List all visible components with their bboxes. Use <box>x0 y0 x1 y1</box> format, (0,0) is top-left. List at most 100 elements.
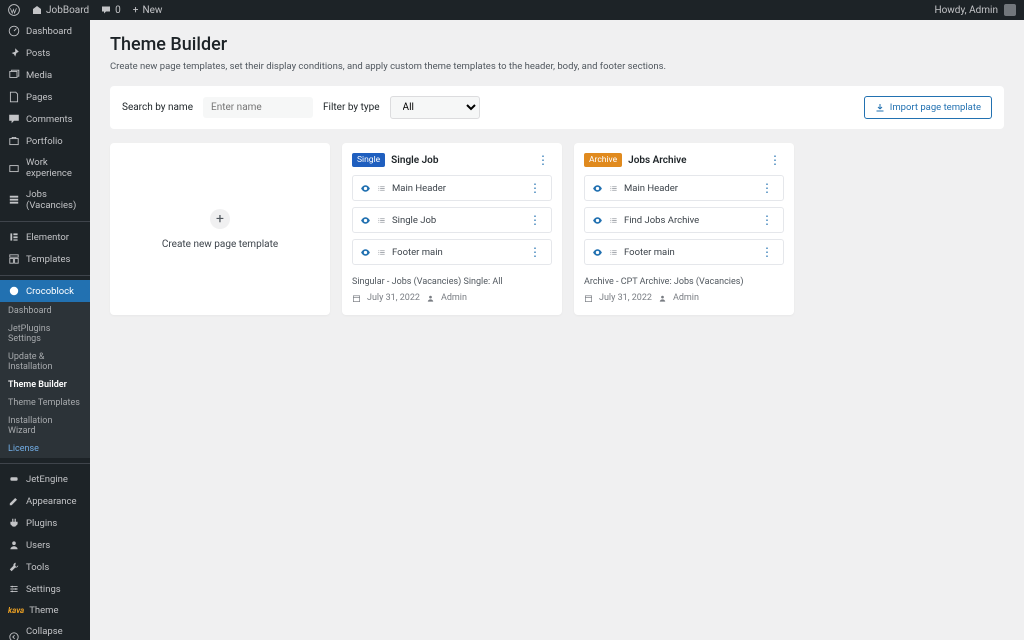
template-part[interactable]: Main Header ⋮ <box>584 175 784 201</box>
page-title: Theme Builder <box>110 34 1004 55</box>
admin-sidebar: Dashboard Posts MediaPages Comments Portfoli… <box>0 20 90 640</box>
new-link[interactable]: + New <box>133 5 163 16</box>
menu-label: Comments <box>26 114 73 125</box>
download-icon <box>875 103 885 113</box>
card-header: ArchiveJobs Archive⋮ <box>574 143 794 175</box>
part-menu-icon[interactable]: ⋮ <box>526 181 544 195</box>
portfolio-icon <box>8 135 20 147</box>
eye-icon[interactable] <box>360 247 371 258</box>
sidebar-item-work-experience[interactable]: Work experience <box>0 152 90 184</box>
avatar <box>1004 4 1016 16</box>
wp-logo[interactable] <box>8 4 20 16</box>
eye-icon[interactable] <box>592 215 603 226</box>
user-icon <box>426 294 435 303</box>
account-menu[interactable]: Howdy, Admin <box>934 4 1016 16</box>
sidebar-item-theme[interactable]: kava Theme <box>0 600 90 621</box>
part-menu-icon[interactable]: ⋮ <box>758 245 776 259</box>
search-input[interactable] <box>203 97 313 118</box>
card-menu-icon[interactable]: ⋮ <box>766 153 784 167</box>
list-icon <box>609 248 618 257</box>
part-name: Footer main <box>624 247 752 258</box>
comments-link[interactable]: 0 <box>101 5 121 16</box>
site-link[interactable]: JobBoard <box>32 5 89 16</box>
sidebar-item-settings[interactable]: Settings <box>0 578 90 600</box>
part-menu-icon[interactable]: ⋮ <box>758 213 776 227</box>
sidebar-item-plugins[interactable]: Plugins <box>0 512 90 534</box>
eye-icon[interactable] <box>360 215 371 226</box>
create-label: Create new page template <box>162 239 278 250</box>
sidebar-item-media[interactable]: Media <box>0 64 90 86</box>
list-icon <box>377 184 386 193</box>
site-name: JobBoard <box>46 5 89 16</box>
submenu-item-theme-builder[interactable]: Theme Builder <box>0 376 90 394</box>
sidebar-item-pages[interactable]: Pages <box>0 86 90 108</box>
sidebar-item-jobs-vacancies-[interactable]: Jobs (Vacancies) <box>0 184 90 216</box>
part-menu-icon[interactable]: ⋮ <box>758 181 776 195</box>
new-label: New <box>142 5 162 16</box>
eye-icon[interactable] <box>592 183 603 194</box>
sidebar-item-elementor[interactable]: Elementor <box>0 226 90 248</box>
menu-label: Tools <box>26 562 49 573</box>
part-menu-icon[interactable]: ⋮ <box>526 245 544 259</box>
part-name: Main Header <box>624 183 752 194</box>
part-menu-icon[interactable]: ⋮ <box>526 213 544 227</box>
howdy-text: Howdy, Admin <box>934 5 998 16</box>
work-icon <box>8 162 20 174</box>
brand-tag: kava <box>8 606 24 615</box>
card-meta: Singular - Jobs (Vacancies) Single: AllJ… <box>342 273 562 313</box>
sidebar-item-comments[interactable]: Comments <box>0 108 90 130</box>
templates-icon <box>8 253 20 265</box>
card-menu-icon[interactable]: ⋮ <box>534 153 552 167</box>
type-label: Filter by type <box>323 102 380 113</box>
type-select[interactable]: All <box>390 96 480 119</box>
menu-label: Templates <box>26 254 70 265</box>
sidebar-item-tools[interactable]: Tools <box>0 556 90 578</box>
comment-icon <box>8 113 20 125</box>
card-meta: Archive - CPT Archive: Jobs (Vacancies)J… <box>574 273 794 313</box>
sidebar-item-crocoblock[interactable]: Crocoblock <box>0 280 90 302</box>
card-title[interactable]: Jobs Archive <box>628 155 760 166</box>
date-text: July 31, 2022 <box>367 293 420 303</box>
sidebar-item-templates[interactable]: Templates <box>0 248 90 270</box>
eye-icon[interactable] <box>592 247 603 258</box>
submenu-item-update-installation[interactable]: Update & Installation <box>0 348 90 376</box>
submenu-item-installation-wizard[interactable]: Installation Wizard <box>0 412 90 440</box>
create-template-card[interactable]: + Create new page template <box>110 143 330 315</box>
card-title[interactable]: Single Job <box>391 155 528 166</box>
user-icon <box>658 294 667 303</box>
submenu-item-theme-templates[interactable]: Theme Templates <box>0 394 90 412</box>
menu-label: Posts <box>26 48 50 59</box>
jetengine-icon <box>8 473 20 485</box>
eye-icon[interactable] <box>360 183 371 194</box>
template-cards: + Create new page template SingleSingle … <box>110 143 1004 315</box>
list-icon <box>377 248 386 257</box>
sidebar-item-portfolio[interactable]: Portfolio <box>0 130 90 152</box>
template-part[interactable]: Find Jobs Archive ⋮ <box>584 207 784 233</box>
collapse-icon <box>8 631 20 640</box>
settings-icon <box>8 583 20 595</box>
submenu-item-dashboard[interactable]: Dashboard <box>0 302 90 320</box>
sidebar-item-dashboard[interactable]: Dashboard <box>0 20 90 42</box>
filter-bar: Search by name Filter by type All Import… <box>110 86 1004 129</box>
import-button[interactable]: Import page template <box>864 96 992 119</box>
sidebar-item-posts[interactable]: Posts <box>0 42 90 64</box>
template-part[interactable]: Footer main ⋮ <box>584 239 784 265</box>
template-part[interactable]: Footer main⋮ <box>352 239 552 265</box>
part-list: Main Header⋮ Single Job⋮ Footer main⋮ <box>342 175 562 273</box>
sidebar-item-appearance[interactable]: Appearance <box>0 490 90 512</box>
part-list: Main Header⋮Find Jobs Archive⋮Footer mai… <box>574 175 794 273</box>
menu-label: Settings <box>26 584 61 595</box>
template-part[interactable]: Single Job⋮ <box>352 207 552 233</box>
sidebar-item-jetengine[interactable]: JetEngine <box>0 468 90 490</box>
pin-icon <box>8 47 20 59</box>
menu-label: Users <box>26 540 50 551</box>
sidebar-item-users[interactable]: Users <box>0 534 90 556</box>
menu-label: Portfolio <box>26 136 63 147</box>
submenu-item-jetplugins-settings[interactable]: JetPlugins Settings <box>0 320 90 348</box>
part-name: Find Jobs Archive <box>624 215 752 226</box>
users-icon <box>8 539 20 551</box>
menu-label: Theme <box>29 605 58 616</box>
submenu-item-license[interactable]: License <box>0 440 90 458</box>
template-part[interactable]: Main Header⋮ <box>352 175 552 201</box>
collapse-menu[interactable]: Collapse menu <box>0 621 90 640</box>
